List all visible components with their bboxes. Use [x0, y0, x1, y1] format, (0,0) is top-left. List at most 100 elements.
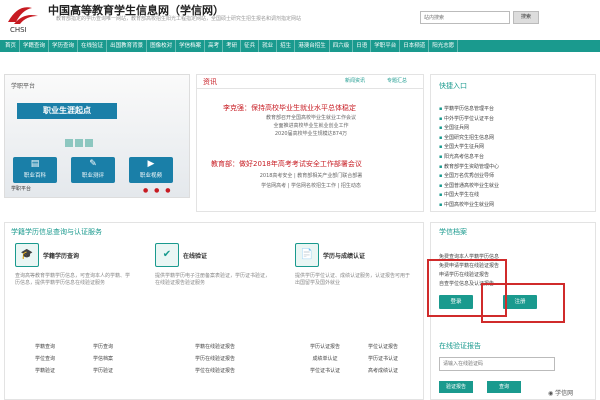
career-test-button[interactable]: ✎ 职业测评 [71, 157, 115, 183]
news-line[interactable]: 学信网高考 | 学信网名校招生工作 | 招生动态 [211, 183, 411, 190]
nav-item[interactable]: 学职平台 [371, 40, 401, 52]
service-link[interactable]: 学位在线验证报告 [157, 367, 273, 374]
nav-item[interactable]: 高考 [205, 40, 224, 52]
nav-item[interactable]: 阳光志愿 [429, 40, 459, 52]
banner-carousel[interactable]: 学职平台 职业生涯起点 ▤ 职业百科 ✎ 职业测评 ▶ 职业视频 学职平台 ● … [4, 74, 190, 198]
service-card-verify: ✔ 在线验证 提供学籍学历电子注册备案表验证，学历证书验证，在线验证报告验证服务… [153, 243, 285, 397]
quick-entrance-title: 快捷入口 [439, 82, 467, 90]
wechat-watermark: ◉ 学信网 [548, 390, 574, 397]
verify-query-button[interactable]: 查询 [487, 381, 521, 393]
service-card-title[interactable]: 学历与成绩认证 [323, 251, 365, 260]
nav-item[interactable]: 首页 [2, 40, 21, 52]
nav-item[interactable]: 学籍查询 [20, 40, 50, 52]
service-link[interactable]: 学籍在线验证报告 [157, 343, 273, 350]
news-headline-2[interactable]: 教育部：做好2018年高考考试安全工作部署会议 [211, 159, 362, 169]
chsi-logo[interactable]: CHSI [4, 2, 44, 34]
quick-entrance-link[interactable]: 中外学历学位认证平台 [439, 115, 587, 125]
news-headline-1[interactable]: 李克强：保持高校毕业生就业水平总体稳定 [223, 103, 356, 113]
quick-entrance-link[interactable]: 全国普通高校毕业生就业 [439, 182, 587, 192]
graduation-cap-icon: 🎓 [15, 243, 39, 267]
nav-item[interactable]: 港澳台招生 [295, 40, 330, 52]
banner-control-block [85, 139, 93, 147]
service-link[interactable]: 学历认证报告 [297, 343, 353, 350]
highlight-annotation-box [481, 283, 565, 323]
banner-controls [65, 139, 93, 147]
quick-entrance-link[interactable]: 阳光高考信息平台 [439, 153, 587, 163]
quick-entrance-link[interactable]: 全国征兵网 [439, 124, 587, 134]
quick-entrance-link[interactable]: 教育部学生资助管理中心 [439, 163, 587, 173]
service-link[interactable]: 学位认证报告 [355, 343, 411, 350]
service-link[interactable]: 高考成绩认证 [355, 367, 411, 374]
test-icon: ✎ [89, 159, 97, 169]
carousel-dots[interactable]: ● ● ● [143, 187, 173, 194]
service-card-desc: 提供学籍学历电子注册备案表验证，学历证书验证，在线验证报告验证服务 [155, 273, 271, 286]
check-icon: ✔ [155, 243, 179, 267]
archive-login-panel: 学信档案 免费查询本人学籍学历信息 免费申请学籍在线验证报告 申请学历在线验证报… [427, 222, 596, 400]
banner-title: 职业生涯起点 [17, 103, 117, 119]
service-link[interactable]: 学历验证 [75, 367, 131, 374]
nav-item[interactable]: 四六级 [330, 40, 354, 52]
banner-button-label: 职业视频 [139, 173, 162, 179]
search-button[interactable]: 搜索 [513, 11, 539, 24]
quick-entrance-link[interactable]: 全国万名优秀创业导师 [439, 172, 587, 182]
news-line[interactable]: 2018高考安全 | 教育部相关产业部门联合部署 [211, 173, 411, 180]
verify-code-input[interactable] [439, 357, 555, 371]
svg-text:CHSI: CHSI [10, 26, 27, 34]
verify-report-button[interactable]: 验证报告 [439, 381, 473, 393]
nav-item[interactable]: 考研 [223, 40, 242, 52]
nav-item[interactable]: 就业 [259, 40, 278, 52]
nav-item[interactable]: 学信档案 [176, 40, 206, 52]
site-subtitle: 教育部指定的学历查询唯一网站，教育部高校招生阳光工程指定网站，全国硕士研究生招生… [56, 16, 302, 22]
book-icon: ▤ [30, 159, 40, 169]
services-panel: 学籍学历信息查询与认证服务 🎓 学籍学历查询 查询高等教育学籍学历信息，可查询本… [4, 222, 424, 400]
nav-item[interactable]: 日本频道 [400, 40, 430, 52]
quick-entrance-list: 学籍学历信息管理平台中外学历学位认证平台全国征兵网全国研究生招生信息网全国大学生… [439, 105, 587, 211]
service-link[interactable]: 学籍验证 [17, 367, 73, 374]
service-card-query: 🎓 学籍学历查询 查询高等教育学籍学历信息，可查询本人的学籍、学历信息，提供学籍… [13, 243, 145, 397]
news-panel: 资讯 新闻资讯 专题汇总 李克强：保持高校毕业生就业水平总体稳定 教育部召开全国… [196, 74, 424, 212]
service-link[interactable]: 学位查询 [17, 355, 73, 362]
service-link[interactable]: 学历证书认证 [355, 355, 411, 362]
online-verify-title: 在线验证报告 [439, 342, 481, 350]
quick-entrance-link[interactable]: 学籍学历信息管理平台 [439, 105, 587, 115]
service-card-desc: 提供学历学位认证、成绩认证服务，认证报告可用于出国留学及国外就业 [295, 273, 411, 286]
news-header: 资讯 新闻资讯 专题汇总 [197, 75, 423, 89]
news-line[interactable]: 2020届高校毕业生规模达874万 [211, 131, 411, 138]
quick-entrance-link[interactable]: 全国研究生招生信息网 [439, 134, 587, 144]
service-card-title[interactable]: 在线验证 [183, 251, 207, 260]
service-link[interactable]: 学历查询 [75, 343, 131, 350]
banner-brand: 学职平台 [11, 83, 36, 90]
quick-entrance-link[interactable]: 全国大学生征兵网 [439, 143, 587, 153]
banner-footer: 学职平台 [11, 186, 32, 192]
career-video-button[interactable]: ▶ 职业视频 [129, 157, 173, 183]
nav-item[interactable]: 招生 [277, 40, 296, 52]
nav-item[interactable]: 日语 [353, 40, 372, 52]
topics-more-link[interactable]: 专题汇总 [387, 78, 407, 85]
quick-entrance-panel: 快捷入口 学籍学历信息管理平台中外学历学位认证平台全国征兵网全国研究生招生信息网… [430, 74, 596, 212]
quick-entrance-link[interactable]: 中国大学生在线 [439, 191, 587, 201]
quick-entrance-link[interactable]: 中国高校毕业生就业网 [439, 201, 587, 211]
news-more-link[interactable]: 新闻资讯 [345, 78, 365, 85]
chsi-logo-icon: CHSI [8, 7, 38, 34]
service-link[interactable]: 学籍查询 [17, 343, 73, 350]
banner-control-block [75, 139, 83, 147]
news-line[interactable]: 教育部召开全国高校毕业生就业工作会议 [211, 115, 411, 122]
service-link[interactable]: 成绩单认证 [297, 355, 353, 362]
career-encyclopedia-button[interactable]: ▤ 职业百科 [13, 157, 57, 183]
news-line[interactable]: 全面推进高校毕业生就业创业工作 [211, 123, 411, 130]
service-card-desc: 查询高等教育学籍学历信息，可查询本人的学籍、学历信息，提供学籍学历信息在线验证服… [15, 273, 131, 286]
header: CHSI 中国高等教育学生信息网（学信网） 教育部指定的学历查询唯一网站，教育部… [0, 0, 600, 38]
service-link[interactable]: 学历在线验证报告 [157, 355, 273, 362]
service-card-title[interactable]: 学籍学历查询 [43, 251, 79, 260]
services-title: 学籍学历信息查询与认证服务 [11, 228, 102, 236]
nav-item[interactable]: 征兵 [241, 40, 260, 52]
service-link[interactable]: 学位证书认证 [297, 367, 353, 374]
nav-item[interactable]: 图像校对 [147, 40, 177, 52]
nav-item[interactable]: 出国教育背景 [107, 40, 148, 52]
nav-item[interactable]: 在线验证 [78, 40, 108, 52]
nav-item[interactable]: 学历查询 [49, 40, 79, 52]
service-link[interactable]: 学信档案 [75, 355, 131, 362]
search-input[interactable] [420, 11, 510, 24]
banner-button-label: 职业百科 [23, 173, 46, 179]
banner-control-block [65, 139, 73, 147]
